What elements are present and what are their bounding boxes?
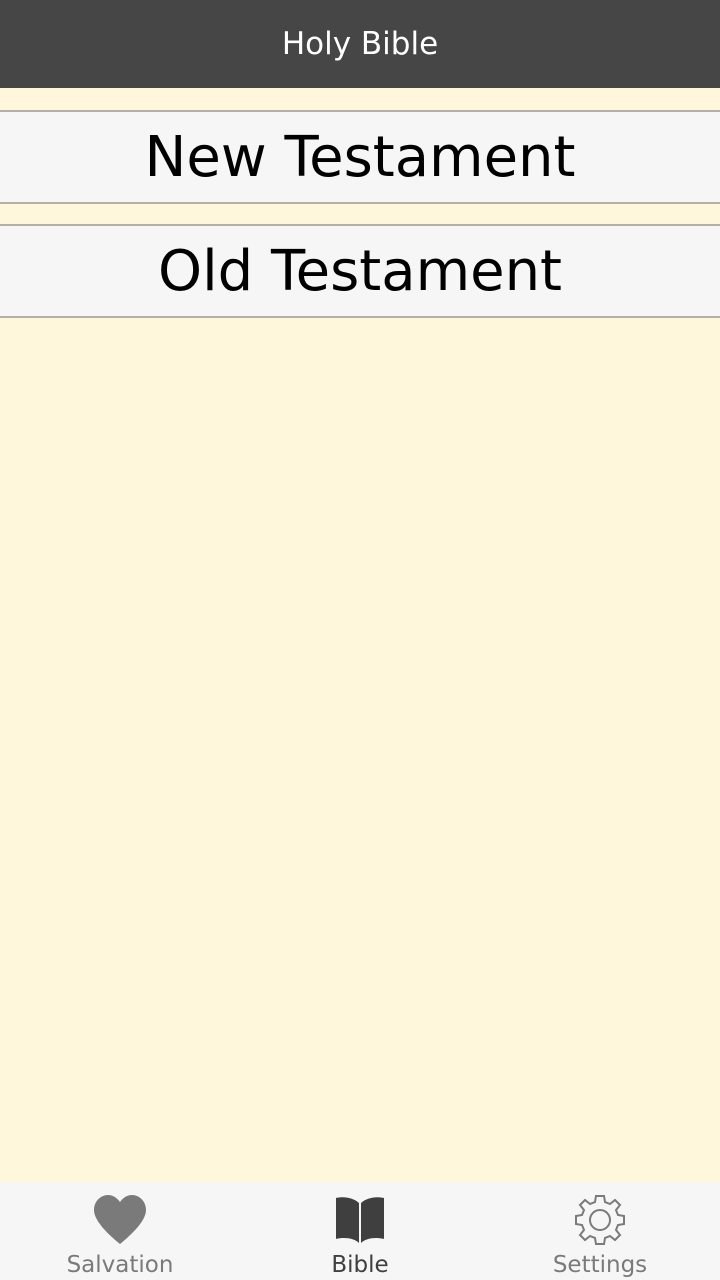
tab-salvation[interactable]: Salvation (0, 1182, 240, 1280)
book-icon (330, 1192, 390, 1248)
tab-salvation-label: Salvation (66, 1252, 174, 1278)
old-testament-label: Old Testament (157, 238, 563, 304)
app-header: Holy Bible (0, 0, 720, 88)
tab-settings-label: Settings (552, 1252, 648, 1278)
tab-bible-label: Bible (331, 1252, 389, 1278)
new-testament-button[interactable]: New Testament (0, 110, 720, 204)
gear-icon (570, 1192, 630, 1248)
old-testament-button[interactable]: Old Testament (0, 224, 720, 318)
tab-bible[interactable]: Bible (240, 1182, 480, 1280)
bottom-tab-bar: Salvation Bible Settings (0, 1182, 720, 1280)
tab-settings[interactable]: Settings (480, 1182, 720, 1280)
page-title: Holy Bible (281, 26, 439, 62)
new-testament-label: New Testament (144, 124, 576, 190)
main-content: New Testament Old Testament (0, 88, 720, 1182)
heart-icon (90, 1192, 150, 1248)
